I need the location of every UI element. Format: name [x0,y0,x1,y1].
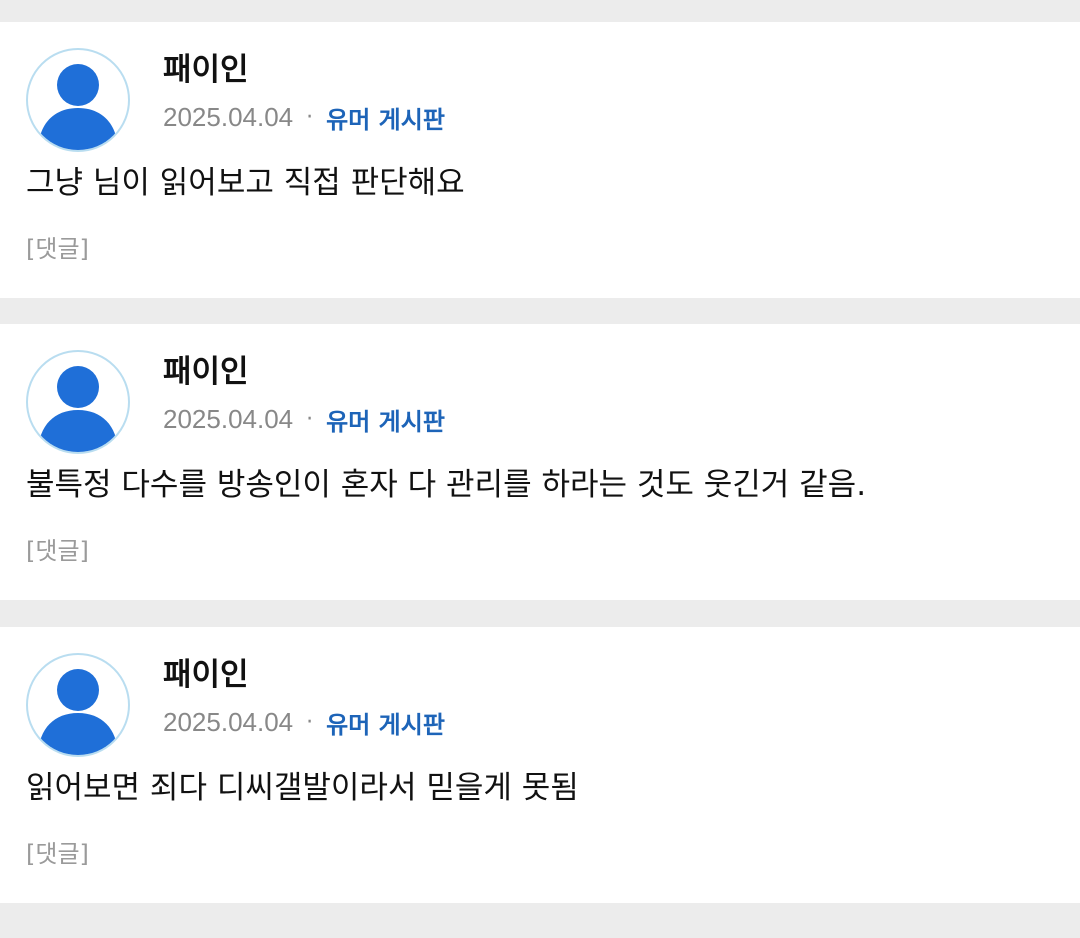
meta-separator: · [306,406,314,432]
user-silhouette-icon [38,64,118,150]
comment-text[interactable]: 불특정 다수를 방송인이 혼자 다 관리를 하라는 것도 웃긴거 같음. [26,462,866,508]
user-silhouette-icon [38,366,118,452]
reply-link[interactable]: [댓글] [26,837,89,871]
comment-date: 2025.04.04 [163,706,294,737]
comment-card: 패이인 2025.04.04 · 유머 게시판 그냥 님이 읽어보고 직접 판단… [0,22,1080,298]
comment-list: 패이인 2025.04.04 · 유머 게시판 그냥 님이 읽어보고 직접 판단… [0,0,1080,938]
board-link[interactable]: 유머 게시판 [326,402,445,437]
user-avatar-icon[interactable] [26,653,130,757]
user-avatar-icon[interactable] [26,48,130,152]
comment-date: 2025.04.04 [163,101,294,132]
board-link[interactable]: 유머 게시판 [326,705,445,740]
comment-author[interactable]: 패이인 [163,655,249,695]
meta-separator: · [306,104,314,130]
comment-meta: 2025.04.04 · 유머 게시판 [163,100,445,134]
reply-link[interactable]: [댓글] [26,232,89,266]
comment-author[interactable]: 패이인 [163,50,249,90]
board-link[interactable]: 유머 게시판 [326,100,445,135]
comment-meta: 2025.04.04 · 유머 게시판 [163,705,445,739]
meta-separator: · [306,709,314,735]
comment-card: 패이인 2025.04.04 · 유머 게시판 불특정 다수를 방송인이 혼자 … [0,324,1080,600]
user-avatar-icon[interactable] [26,350,130,454]
comment-text[interactable]: 읽어보면 죄다 디씨갤발이라서 믿을게 못됨 [26,765,579,811]
reply-link[interactable]: [댓글] [26,534,89,568]
comment-author[interactable]: 패이인 [163,352,249,392]
user-silhouette-icon [38,669,118,755]
comment-meta: 2025.04.04 · 유머 게시판 [163,402,445,436]
comment-card: 패이인 2025.04.04 · 유머 게시판 읽어보면 죄다 디씨갤발이라서 … [0,627,1080,903]
comment-text[interactable]: 그냥 님이 읽어보고 직접 판단해요 [26,160,465,206]
comment-date: 2025.04.04 [163,403,294,434]
